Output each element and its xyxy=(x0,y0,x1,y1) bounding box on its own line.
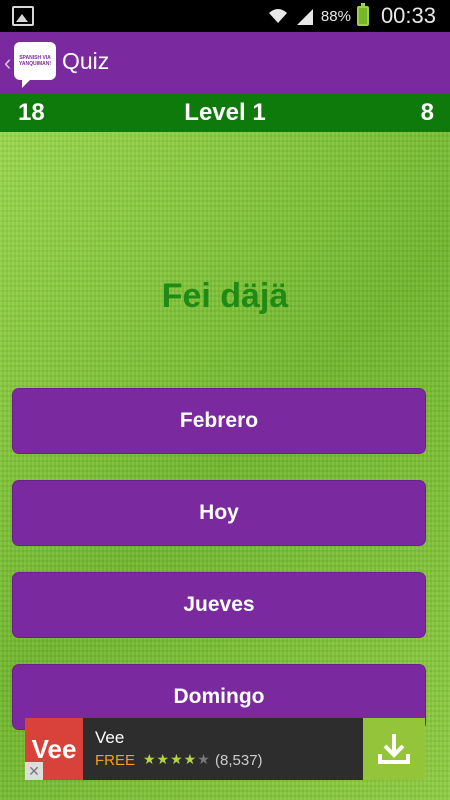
app-bar: ‹ SPANISH VIA YANQUIMAN! Quiz xyxy=(0,32,450,94)
download-arrow-icon xyxy=(378,734,410,764)
battery-icon xyxy=(356,3,369,26)
level-label: Level 1 xyxy=(184,99,266,126)
answer-button[interactable]: Hoy xyxy=(12,480,426,546)
ad-close-icon[interactable]: ✕ xyxy=(25,762,43,780)
ad-app-name[interactable]: Vee xyxy=(95,728,124,748)
answer-button[interactable]: Jueves xyxy=(12,572,426,638)
wifi-icon xyxy=(268,9,287,23)
page-title: Quiz xyxy=(62,48,110,74)
clock: 00:33 xyxy=(380,3,436,28)
signal-icon xyxy=(296,9,313,25)
answer-button[interactable]: Febrero xyxy=(12,388,426,454)
status-bar: 88% 00:33 xyxy=(0,0,450,32)
remaining-count: 8 xyxy=(420,99,434,126)
ad-rating-stars: ★★★★★ xyxy=(143,751,211,767)
gallery-notification-icon xyxy=(12,6,34,26)
ad-rating-count: (8,537) xyxy=(215,752,263,769)
battery-percent: 88% xyxy=(320,7,351,25)
correct-count: 18 xyxy=(18,99,45,126)
question-word: Fei däjä xyxy=(161,277,289,315)
score-bar: Level 1 18 8 xyxy=(0,94,450,132)
download-icon[interactable] xyxy=(363,718,425,780)
back-chevron-icon[interactable]: ‹ xyxy=(4,50,11,76)
app-logo[interactable]: SPANISH VIA YANQUIMAN! xyxy=(14,42,56,88)
ad-price: FREE xyxy=(95,752,136,769)
ad-banner[interactable]: Vee Vee FREE ★★★★★ (8,537) ✕ xyxy=(25,718,425,780)
